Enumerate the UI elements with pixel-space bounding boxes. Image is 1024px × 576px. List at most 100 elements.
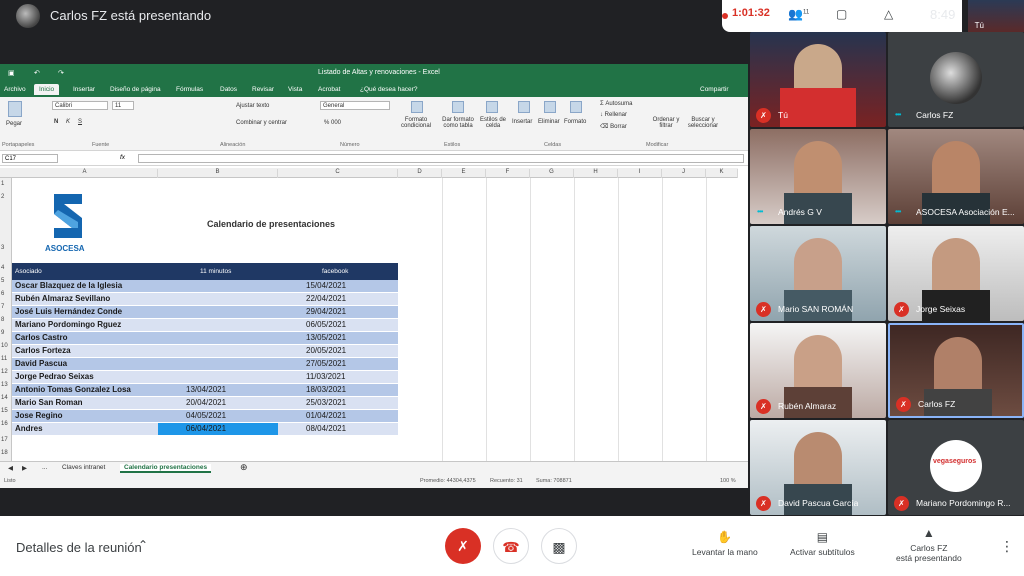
tab-archivo[interactable]: Archivo: [4, 86, 26, 93]
sheet-tab-more[interactable]: ...: [42, 464, 47, 471]
share-button[interactable]: Compartir: [700, 86, 729, 93]
column-header[interactable]: G: [530, 169, 574, 178]
paste-icon[interactable]: [8, 101, 22, 117]
tab-vista[interactable]: Vista: [288, 86, 302, 93]
cell-asociado[interactable]: Andres: [15, 424, 43, 433]
row-header[interactable]: 14: [1, 395, 8, 401]
format-cells-icon[interactable]: [570, 101, 582, 113]
column-header[interactable]: E: [442, 169, 486, 178]
participant-tile[interactable]: ••• ASOCESA Asociación E...: [888, 129, 1024, 224]
delete-cells-button[interactable]: Eliminar: [538, 119, 560, 125]
cell-asociado[interactable]: Carlos Castro: [15, 333, 67, 342]
header-11-minutos[interactable]: 11 minutos: [200, 268, 231, 275]
participant-tile[interactable]: ••• Carlos FZ: [888, 32, 1024, 127]
autosum-button[interactable]: Σ Autosuma: [600, 101, 632, 107]
row-header[interactable]: 1: [1, 181, 4, 187]
participant-tile-active[interactable]: ✗ Carlos FZ: [888, 323, 1024, 418]
row-header[interactable]: 4: [1, 265, 4, 271]
sheet-tab-calendario[interactable]: Calendario presentaciones: [120, 464, 212, 473]
tab-diseno[interactable]: Diseño de página: [110, 86, 161, 93]
participant-tile[interactable]: ✗ Tú: [750, 32, 886, 127]
add-sheet-icon[interactable]: ⊕: [240, 462, 248, 473]
table-row[interactable]: Oscar Blazquez de la Iglesia 15/04/2021: [12, 280, 398, 293]
table-row[interactable]: Jose Regino 04/05/2021 01/04/2021: [12, 410, 398, 423]
meeting-details-button[interactable]: Detalles de la reunión: [16, 540, 142, 555]
cell-11-minutos[interactable]: 04/05/2021: [186, 411, 226, 420]
cell-facebook[interactable]: 01/04/2021: [306, 411, 346, 420]
sort-filter-button[interactable]: Ordenar y filtrar: [650, 117, 682, 129]
participant-tile[interactable]: ✗ David Pascua García: [750, 420, 886, 515]
row-header[interactable]: 13: [1, 382, 8, 388]
tab-acrobat[interactable]: Acrobat: [318, 86, 340, 93]
insert-function-icon[interactable]: fx: [120, 154, 125, 161]
table-row[interactable]: Rubén Almaraz Sevillano 22/04/2021: [12, 293, 398, 306]
cell-asociado[interactable]: Mariano Pordomingo Rguez: [15, 320, 121, 329]
column-header[interactable]: H: [574, 169, 618, 178]
row-header[interactable]: 15: [1, 408, 8, 414]
column-header[interactable]: K: [706, 169, 738, 178]
format-table-icon[interactable]: [452, 101, 464, 113]
scroll-sheets-right-icon[interactable]: ▶: [22, 464, 27, 472]
redo-icon[interactable]: ↷: [58, 69, 64, 77]
name-box[interactable]: C17: [2, 154, 58, 163]
row-header[interactable]: 10: [1, 343, 8, 349]
cell-facebook[interactable]: 11/03/2021: [306, 372, 345, 381]
row-header[interactable]: 18: [1, 450, 8, 456]
number-format-select[interactable]: General: [320, 101, 390, 110]
participant-tile[interactable]: ••• Andrés G V: [750, 129, 886, 224]
table-row[interactable]: Andres 06/04/2021 08/04/2021: [12, 423, 398, 436]
column-header[interactable]: F: [486, 169, 530, 178]
header-asociado[interactable]: Asociado: [15, 268, 42, 275]
cell-styles-icon[interactable]: [486, 101, 498, 113]
cell-asociado[interactable]: Carlos Forteza: [15, 346, 71, 355]
table-row[interactable]: Mario San Roman 20/04/2021 25/03/2021: [12, 397, 398, 410]
fill-button[interactable]: ↓ Rellenar: [600, 112, 627, 118]
tab-revisar[interactable]: Revisar: [252, 86, 274, 93]
table-row[interactable]: Antonio Tomas Gonzalez Losa 13/04/2021 18/…: [12, 384, 398, 397]
merge-center-button[interactable]: Combinar y centrar: [236, 120, 287, 126]
cell-asociado[interactable]: Mario San Roman: [15, 398, 83, 407]
cell-facebook[interactable]: 27/05/2021: [306, 359, 346, 368]
row-header[interactable]: 17: [1, 437, 8, 443]
column-header[interactable]: I: [618, 169, 662, 178]
conditional-format-icon[interactable]: [411, 101, 423, 113]
clear-button[interactable]: ⌫ Borrar: [600, 123, 627, 130]
cell-facebook[interactable]: 13/05/2021: [306, 333, 346, 342]
find-select-button[interactable]: Buscar y seleccionar: [684, 117, 722, 129]
participant-tile[interactable]: ✗ Jorge Seixas: [888, 226, 1024, 321]
scroll-sheets-left-icon[interactable]: ◀: [8, 464, 13, 472]
participant-tile[interactable]: vegaseguros ✗ Mariano Pordomingo R...: [888, 420, 1024, 515]
table-row[interactable]: Carlos Forteza 20/05/2021: [12, 345, 398, 358]
cell-facebook[interactable]: 20/05/2021: [306, 346, 346, 355]
format-table-button[interactable]: Dar formato como tabla: [438, 117, 478, 129]
undo-icon[interactable]: ↶: [34, 69, 40, 77]
column-header[interactable]: B: [158, 169, 278, 178]
row-header[interactable]: 3: [1, 245, 4, 251]
column-header[interactable]: J: [662, 169, 706, 178]
cell-facebook[interactable]: 18/03/2021: [306, 385, 346, 394]
underline-button[interactable]: S: [78, 119, 82, 125]
row-header[interactable]: 2: [1, 194, 4, 200]
font-size-select[interactable]: 11: [112, 101, 134, 110]
participants-button[interactable]: 👥11: [788, 7, 809, 21]
insert-cells-button[interactable]: Insertar: [512, 119, 532, 125]
tab-inicio[interactable]: Inicio: [34, 84, 60, 95]
cell-asociado[interactable]: David Pascua: [15, 359, 67, 368]
font-name-select[interactable]: Calibri: [52, 101, 108, 110]
wrap-text-button[interactable]: Ajustar texto: [236, 103, 269, 109]
cell-asociado[interactable]: Antonio Tomas Gonzalez Losa: [15, 385, 131, 394]
activities-icon[interactable]: △: [884, 7, 893, 21]
tell-me-search[interactable]: ¿Qué desea hacer?: [360, 86, 417, 93]
conditional-format-button[interactable]: Formato condicional: [398, 117, 434, 129]
cell-facebook[interactable]: 08/04/2021: [306, 424, 346, 433]
cell-styles-button[interactable]: Estilos de celda: [478, 117, 508, 129]
table-row[interactable]: Mariano Pordomingo Rguez 06/05/2021: [12, 319, 398, 332]
zoom-level[interactable]: 100 %: [720, 478, 736, 484]
cell-asociado[interactable]: Oscar Blazquez de la Iglesia: [15, 281, 122, 290]
row-header[interactable]: 7: [1, 304, 4, 310]
presenting-button[interactable]: ▲ Carlos FZ está presentando: [896, 526, 962, 563]
sheet-tab-claves-intranet[interactable]: Claves intranet: [62, 464, 105, 471]
row-header[interactable]: 11: [1, 356, 7, 362]
cell-facebook[interactable]: 15/04/2021: [306, 281, 346, 290]
row-header[interactable]: 12: [1, 369, 8, 375]
